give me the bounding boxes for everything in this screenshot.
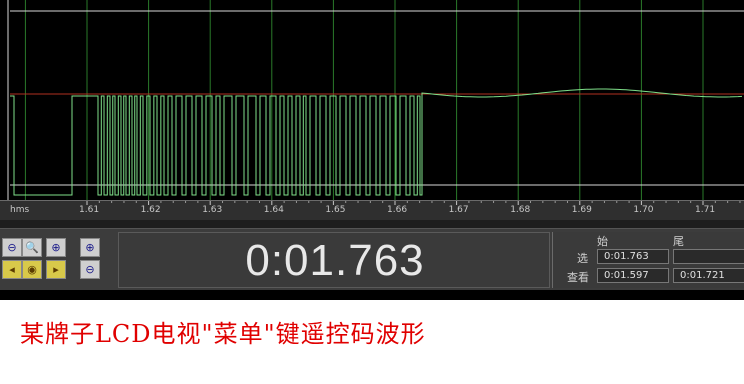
zoom-in-icon[interactable]: ⊕ <box>46 238 66 257</box>
ruler-tick-label: 1.70 <box>633 205 654 215</box>
current-time-value: 0:01.763 <box>245 236 425 285</box>
zoom-selection-icon[interactable]: 🔍 <box>22 238 42 257</box>
signal-trace <box>10 88 743 196</box>
selection-start-field[interactable]: 0:01.763 <box>597 249 669 264</box>
vertical-zoom-in-icon[interactable]: ⊕ <box>80 238 100 257</box>
selection-view-panel: 始 尾 选 查看 0:01.763 0:01.597 0:01.721 <box>552 232 744 288</box>
status-strip <box>0 290 744 300</box>
horizontal-scrollbar[interactable] <box>0 220 744 228</box>
ruler-tick-label: 1.64 <box>263 205 284 215</box>
selection-row-label: 选 <box>577 252 588 265</box>
start-column-header: 始 <box>597 235 608 248</box>
view-end-field[interactable]: 0:01.721 <box>673 268 744 283</box>
ruler-tick-label: 1.68 <box>510 205 531 215</box>
ruler-tick-label: 1.65 <box>325 205 346 215</box>
zoom-in-left-icon[interactable]: ◂ <box>2 260 22 279</box>
selection-end-field[interactable] <box>673 249 744 264</box>
ruler-tick-label: 1.67 <box>448 205 469 215</box>
waveform-panel[interactable] <box>0 0 744 200</box>
time-ruler[interactable]: hms 1.61 1.62 1.63 1.64 1.65 1.66 1.67 1.68 1.69… <box>0 200 744 221</box>
ruler-ticks <box>86 201 741 205</box>
ruler-tick-label: 1.62 <box>140 205 161 215</box>
view-start-field[interactable]: 0:01.597 <box>597 268 669 283</box>
vertical-zoom-out-icon[interactable]: ⊖ <box>80 260 100 279</box>
ruler-tick-label: 1.69 <box>571 205 592 215</box>
figure-caption: 某牌子LCD电视"菜单"键遥控码波形 <box>20 320 426 348</box>
zoom-out-full-icon[interactable]: ▸ <box>46 260 66 279</box>
ruler-tick-label: 1.71 <box>695 205 716 215</box>
ruler-tick-label: 1.66 <box>387 205 408 215</box>
ruler-tick-label: 1.61 <box>79 205 100 215</box>
waveform-canvas[interactable] <box>0 0 744 200</box>
end-column-header: 尾 <box>673 235 684 248</box>
zoom-out-icon[interactable]: ⊖ <box>2 238 22 257</box>
ruler-unit-label: hms <box>10 205 30 215</box>
time-display: 0:01.763 <box>118 232 550 288</box>
zoom-in-center-icon[interactable]: ◉ <box>22 260 42 279</box>
view-row-label: 查看 <box>567 271 589 284</box>
ruler-tick-label: 1.63 <box>202 205 223 215</box>
audio-editor-window: hms 1.61 1.62 1.63 1.64 1.65 1.66 1.67 1.68 1.69… <box>0 0 744 300</box>
